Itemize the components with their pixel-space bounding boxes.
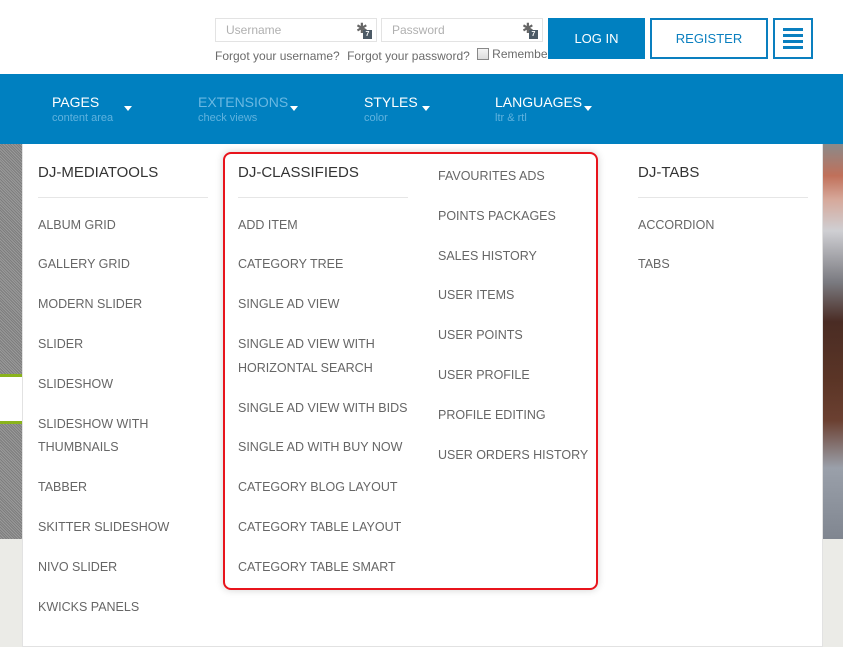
nav-item-pages[interactable]: PAGES content area — [52, 94, 132, 125]
nav-item-styles[interactable]: STYLES color — [364, 94, 430, 125]
menu-item[interactable]: USER ITEMS — [438, 284, 514, 307]
divider — [638, 197, 808, 198]
username-field[interactable]: ✱ 7 — [215, 18, 377, 42]
menu-item[interactable]: ALBUM GRID — [38, 214, 116, 237]
column-title: DJ-CLASSIFIEDS — [238, 164, 359, 181]
login-button[interactable]: LOG IN — [548, 18, 645, 59]
hero-band — [0, 374, 22, 424]
password-manager-icon[interactable]: ✱ 7 — [522, 20, 538, 39]
menu-item[interactable]: KWICKS PANELS — [38, 596, 139, 619]
menu-item[interactable]: TABBER — [38, 476, 87, 499]
page-background — [0, 539, 22, 647]
divider — [38, 197, 208, 198]
forgot-password-link[interactable]: Forgot your password? — [347, 49, 470, 63]
menu-item[interactable]: CATEGORY TABLE LAYOUT — [238, 516, 401, 539]
menu-item[interactable]: SALES HISTORY — [438, 245, 537, 268]
page-background — [823, 539, 843, 647]
menu-item[interactable]: HORIZONTAL SEARCH — [238, 357, 373, 380]
menu-item[interactable]: CATEGORY TABLE SMART — [238, 556, 396, 579]
main-nav: PAGES content area EXTENSIONS check view… — [0, 74, 843, 144]
hero-image-right — [823, 144, 843, 539]
menu-item[interactable]: TABS — [638, 253, 670, 276]
menu-item[interactable]: SINGLE AD WITH BUY NOW — [238, 436, 402, 459]
hamburger-icon — [783, 28, 803, 31]
login-links: Forgot your username? Forgot your passwo… — [215, 47, 572, 63]
menu-item[interactable]: GALLERY GRID — [38, 253, 130, 276]
caret-down-icon — [422, 106, 430, 111]
menu-item[interactable]: SLIDESHOW — [38, 373, 113, 396]
login-bar: ✱ 7 ✱ 7 Forgot your username? Forgot you… — [0, 0, 843, 74]
menu-item[interactable]: SINGLE AD VIEW WITH — [238, 333, 375, 356]
password-manager-icon[interactable]: ✱ 7 — [356, 20, 372, 39]
register-button[interactable]: REGISTER — [650, 18, 768, 59]
extensions-mega-menu: DJ-MEDIATOOLS ALBUM GRID GALLERY GRID MO… — [22, 144, 823, 647]
password-input[interactable] — [382, 19, 542, 41]
nav-item-extensions[interactable]: EXTENSIONS check views — [198, 94, 298, 125]
menu-item[interactable]: USER ORDERS HISTORY — [438, 444, 588, 467]
caret-down-icon — [290, 106, 298, 111]
menu-item[interactable]: THUMBNAILS — [38, 436, 119, 459]
username-input[interactable] — [216, 19, 376, 41]
caret-down-icon — [584, 106, 592, 111]
menu-item[interactable]: SINGLE AD VIEW WITH BIDS — [238, 397, 407, 420]
menu-item[interactable]: NIVO SLIDER — [38, 556, 117, 579]
menu-item[interactable]: POINTS PACKAGES — [438, 205, 556, 228]
remember-me-checkbox[interactable] — [477, 48, 490, 60]
forgot-username-link[interactable]: Forgot your username? — [215, 49, 340, 63]
menu-item[interactable]: CATEGORY TREE — [238, 253, 343, 276]
menu-item[interactable]: MODERN SLIDER — [38, 293, 142, 316]
menu-item[interactable]: PROFILE EDITING — [438, 404, 546, 427]
menu-item[interactable]: USER POINTS — [438, 324, 523, 347]
column-title: DJ-MEDIATOOLS — [38, 164, 159, 181]
menu-item[interactable]: USER PROFILE — [438, 364, 530, 387]
column-title: DJ-TABS — [638, 164, 700, 181]
menu-item[interactable]: CATEGORY BLOG LAYOUT — [238, 476, 398, 499]
hero-image-left — [0, 144, 22, 539]
menu-item[interactable]: SINGLE AD VIEW — [238, 293, 339, 316]
menu-item[interactable]: ACCORDION — [638, 214, 714, 237]
menu-item[interactable]: SKITTER SLIDESHOW — [38, 516, 169, 539]
menu-item[interactable]: SLIDESHOW WITH — [38, 413, 148, 436]
password-field[interactable]: ✱ 7 — [381, 18, 543, 42]
nav-item-languages[interactable]: LANGUAGES ltr & rtl — [495, 94, 592, 125]
menu-item[interactable]: ADD ITEM — [238, 214, 298, 237]
hamburger-menu-button[interactable] — [773, 18, 813, 59]
menu-item[interactable]: FAVOURITES ADS — [438, 165, 545, 188]
menu-item[interactable]: SLIDER — [38, 333, 83, 356]
caret-down-icon — [124, 106, 132, 111]
divider — [238, 197, 408, 198]
